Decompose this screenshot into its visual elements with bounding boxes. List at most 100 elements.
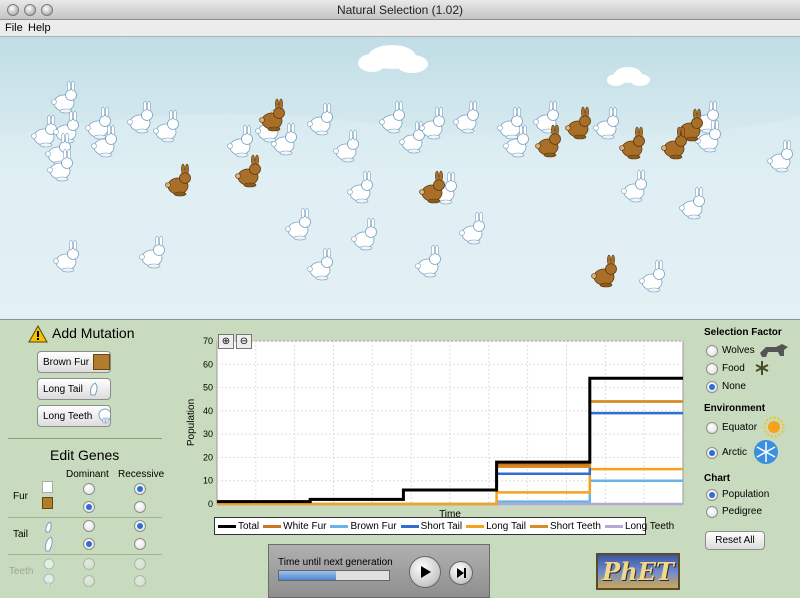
timer-label: Time until next generation xyxy=(278,557,393,568)
mutation-label: Brown Fur xyxy=(43,356,90,368)
tail-short-dominant-radio[interactable] xyxy=(83,520,95,532)
legend-item: Short Tail xyxy=(400,520,463,532)
zoom-out-icon[interactable]: ⊖ xyxy=(236,334,252,349)
scene-art xyxy=(0,45,800,319)
teeth-long-dominant-radio[interactable] xyxy=(83,575,95,587)
generation-timer-panel: Time until next generation xyxy=(268,544,490,598)
add-mutation-title: Add Mutation xyxy=(52,325,135,341)
legend-item: Short Teeth xyxy=(529,520,601,532)
long-tail-icon xyxy=(89,382,98,396)
chart-pedigree-label: Pedigree xyxy=(722,506,763,517)
tail-row-label: Tail xyxy=(13,529,29,540)
y-tick-label: 10 xyxy=(203,476,213,486)
environment-arctic-radio[interactable] xyxy=(706,447,718,459)
environment-equator-label: Equator xyxy=(722,422,758,433)
legend-swatch xyxy=(330,524,349,528)
selection-none-label: None xyxy=(722,381,746,392)
phet-logo[interactable]: PhET xyxy=(596,553,680,590)
legend-item: Long Teeth xyxy=(604,520,675,532)
y-tick-label: 70 xyxy=(203,336,213,346)
mutation-label: Long Teeth xyxy=(43,410,93,422)
selection-none-radio[interactable] xyxy=(706,381,718,393)
tail-long-recessive-radio[interactable] xyxy=(134,538,146,550)
chart-population-radio[interactable] xyxy=(706,489,718,501)
divider xyxy=(8,438,162,439)
long-teeth-icon xyxy=(98,408,110,424)
long-tail-mutation-button[interactable]: Long Tail xyxy=(37,378,111,400)
play-button[interactable] xyxy=(409,556,441,588)
window-titlebar: Natural Selection (1.02) xyxy=(0,0,800,20)
zoom-in-icon[interactable]: ⊕ xyxy=(218,334,234,349)
population-chart: 0 10 20 30 40 50 60 70 Population Time ⊕ ⊖ xyxy=(186,327,694,534)
brown-fur-swatch-icon xyxy=(42,497,53,509)
tail-long-dominant-radio[interactable] xyxy=(83,538,95,550)
legend-swatch xyxy=(466,524,485,528)
menu-file[interactable]: File xyxy=(5,22,23,34)
chart-legend: Total White Fur Brown Fur Short Tail Lon… xyxy=(214,517,674,535)
legend-swatch xyxy=(218,524,236,528)
y-tick-label: 20 xyxy=(203,452,213,462)
long-teeth-mutation-button[interactable]: Long Teeth xyxy=(37,405,111,427)
y-tick-label: 40 xyxy=(203,406,213,416)
legend-label: Short Tail xyxy=(420,520,463,532)
legend-swatch xyxy=(604,524,623,528)
divider xyxy=(8,517,162,518)
teeth-row-label: Teeth xyxy=(9,566,34,577)
short-tail-icon xyxy=(45,521,52,533)
y-tick-label: 60 xyxy=(203,359,213,369)
selection-wolves-radio[interactable] xyxy=(706,345,718,357)
chart-pedigree-radio[interactable] xyxy=(706,506,718,518)
wolf-icon xyxy=(760,344,788,357)
teeth-short-recessive-radio[interactable] xyxy=(134,558,146,570)
short-teeth-icon xyxy=(43,558,55,570)
cloud-icon xyxy=(607,67,650,86)
reset-all-button[interactable]: Reset All xyxy=(705,531,765,550)
legend-item: Total xyxy=(218,521,259,532)
legend-label: Total xyxy=(238,520,260,532)
selection-food-radio[interactable] xyxy=(706,363,718,375)
y-tick-label: 0 xyxy=(208,499,213,509)
cloud-icon xyxy=(358,45,428,73)
warning-icon xyxy=(28,325,48,343)
fur-brown-dominant-radio[interactable] xyxy=(83,501,95,513)
legend-label: Brown Fur xyxy=(350,520,397,532)
legend-swatch xyxy=(400,524,419,528)
legend-label: Short Teeth xyxy=(549,520,601,532)
chart-choice-title: Chart xyxy=(704,473,731,484)
legend-label: White Fur xyxy=(283,520,327,532)
dominant-column-header: Dominant xyxy=(66,469,109,480)
y-tick-label: 50 xyxy=(203,383,213,393)
selection-factor-title: Selection Factor xyxy=(704,327,782,338)
environment-arctic-label: Arctic xyxy=(722,447,747,458)
fur-brown-recessive-radio[interactable] xyxy=(134,501,146,513)
mutation-label: Long Tail xyxy=(43,383,83,395)
step-button[interactable] xyxy=(449,561,473,585)
progress-fill xyxy=(279,571,337,580)
fur-white-dominant-radio[interactable] xyxy=(83,483,95,495)
teeth-long-recessive-radio[interactable] xyxy=(134,575,146,587)
fur-white-recessive-radio[interactable] xyxy=(134,483,146,495)
legend-label: Long Teeth xyxy=(624,520,675,532)
y-axis-label: Population xyxy=(186,399,197,446)
legend-label: Long Tail xyxy=(486,520,526,532)
snowflake-icon xyxy=(754,440,778,464)
teeth-short-dominant-radio[interactable] xyxy=(83,558,95,570)
recessive-column-header: Recessive xyxy=(118,469,165,480)
tail-short-recessive-radio[interactable] xyxy=(134,520,146,532)
selection-food-label: Food xyxy=(722,363,745,374)
brown-fur-mutation-button[interactable]: Brown Fur xyxy=(37,351,111,373)
environment-title: Environment xyxy=(704,403,766,414)
edit-genes-title: Edit Genes xyxy=(50,447,120,463)
environment-equator-radio[interactable] xyxy=(706,422,718,434)
step-icon xyxy=(457,568,466,578)
menu-help[interactable]: Help xyxy=(28,22,51,34)
legend-swatch xyxy=(529,524,548,528)
window-title: Natural Selection (1.02) xyxy=(336,3,464,17)
brown-fur-swatch-icon xyxy=(93,354,110,370)
legend-item: Brown Fur xyxy=(330,520,397,532)
legend-swatch xyxy=(263,524,282,528)
long-tail-icon xyxy=(45,536,53,552)
generation-progress-bar xyxy=(278,570,390,581)
food-icon xyxy=(755,361,769,375)
long-teeth-icon xyxy=(43,573,55,589)
